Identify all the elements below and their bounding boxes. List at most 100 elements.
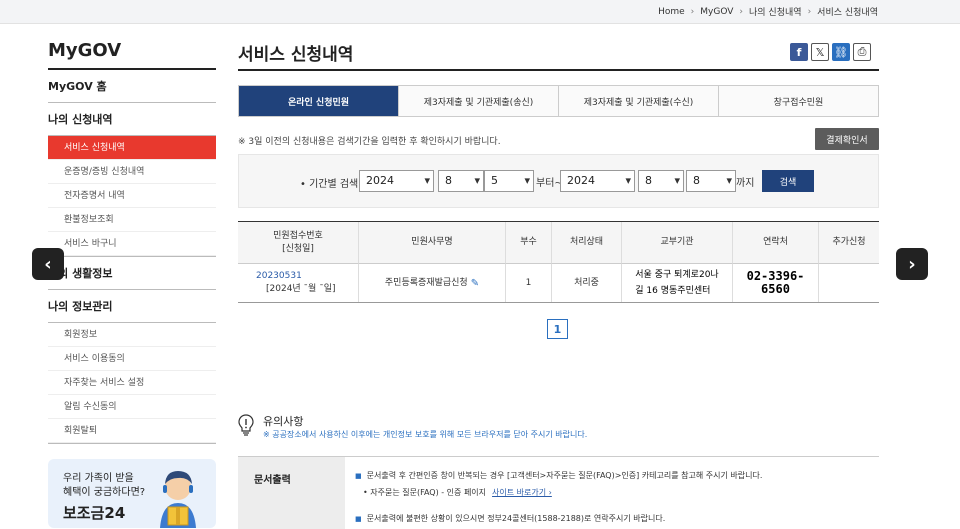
sidebar-item-service-applications[interactable]: 서비스 신청내역 (48, 136, 216, 160)
period-search-label: • 기간별 검색 (300, 179, 359, 190)
cell-status: 처리중 (552, 264, 622, 302)
facebook-icon[interactable]: f (790, 43, 808, 61)
sidebar-section-my-info[interactable]: 나의 정보관리 (48, 290, 216, 323)
sidebar-item-refund-info[interactable]: 환불정보조회 (48, 208, 216, 232)
tab-third-party-received[interactable]: 제3자제출 및 기관제출(수신) (559, 86, 719, 116)
x-icon[interactable]: 𝕏 (811, 43, 829, 61)
payment-certificate-button[interactable]: 결제확인서 (815, 128, 879, 150)
breadcrumb: Home › MyGOV › 나의 신청내역 › 서비스 신청내역 (658, 5, 878, 19)
chevron-right-icon: › (908, 253, 916, 275)
sidebar-item-certificate-applications[interactable]: 운증명/증빙 신청내역 (48, 160, 216, 184)
agency-address: 서울 중구 퇴계로20나 길 16 명동주민센터 (635, 267, 718, 299)
sidebar-item-notification-consent[interactable]: 알림 수신동의 (48, 395, 216, 419)
tab-counter-applications[interactable]: 창구접수민원 (719, 86, 878, 116)
agency-line-1: 서울 중구 퇴계로20나 (635, 270, 719, 280)
sidebar-item-e-certificates[interactable]: 전자증명서 내역 (48, 184, 216, 208)
share-toolbar: f 𝕏 ⛓ ⎙ (790, 43, 871, 61)
lightbulb-icon (238, 414, 254, 436)
from-day-select[interactable]: 5 (484, 170, 534, 192)
promo-line-1: 우리 가족이 받을 (63, 473, 134, 484)
from-suffix-label: 부터~ (536, 178, 563, 189)
to-month-select[interactable]: 8 (638, 170, 684, 192)
promo-text: 우리 가족이 받을 혜택이 궁금하다면? (63, 472, 145, 500)
chevron-left-icon: ‹ (44, 253, 52, 275)
doc-faq-label: • 자주묻는 질문(FAQ) - 인증 페이지 (363, 488, 487, 497)
applications-table: 민원접수번호 [신청일] 민원사무명 부수 처리상태 교부기관 연락처 추가신청… (238, 221, 879, 303)
tab-third-party-sent[interactable]: 제3자제출 및 기관제출(송신) (399, 86, 559, 116)
breadcrumb-mygov[interactable]: MyGOV (700, 7, 733, 17)
cell-agency: 서울 중구 퇴계로20나 길 16 명동주민센터 (622, 264, 733, 302)
subsidy-promo-banner[interactable]: 우리 가족이 받을 혜택이 궁금하다면? 보조금24 (48, 459, 216, 528)
cell-receipt: 20230531 [2024년 ¯월 ¯일] (238, 264, 359, 302)
promo-title: 보조금24 (63, 504, 126, 522)
breadcrumb-current: 서비스 신청내역 (817, 8, 878, 18)
sidebar-section-life-info[interactable]: 나의 생활정보 (48, 257, 216, 290)
period-search-box: • 기간별 검색 2024 8 5 부터~ 2024 8 8 까지 검색 (238, 154, 879, 208)
site-shortcut-link[interactable]: 사이트 바로가기 › (492, 488, 552, 497)
to-suffix-label: 까지 (736, 178, 755, 189)
sidebar-item-withdraw[interactable]: 회원탈퇴 (48, 419, 216, 443)
cell-phone: 02-3396-6560 (733, 264, 819, 302)
tab-online-applications[interactable]: 온라인 신청민원 (239, 86, 399, 116)
search-button[interactable]: 검색 (762, 170, 814, 192)
doc-info-line-3: 문서출력에 불편한 상황이 있으시면 정부24콜센터(1588-2188)로 연… (355, 513, 666, 524)
character-illustration-icon (160, 471, 196, 528)
tab-bar: 온라인 신청민원 제3자제출 및 기관제출(송신) 제3자제출 및 기관제출(수… (238, 85, 879, 117)
sidebar-item-service-basket[interactable]: 서비스 바구니 (48, 232, 216, 256)
sidebar-item-favorite-services[interactable]: 자주찾는 서비스 설정 (48, 371, 216, 395)
chevron-right-icon: › (690, 6, 695, 17)
page-title: 서비스 신청내역 (238, 45, 354, 65)
sidebar-title: MyGOV (48, 24, 216, 70)
receipt-date: [2024년 ¯월 ¯일] (266, 284, 336, 294)
sidebar-item-service-consent[interactable]: 서비스 이용동의 (48, 347, 216, 371)
header-contact: 연락처 (733, 222, 819, 264)
header-receipt-no-label: 민원접수번호 [신청일] (273, 230, 323, 254)
from-year-select[interactable]: 2024 (359, 170, 434, 192)
sidebar-section-applications[interactable]: 나의 신청내역 (48, 103, 216, 136)
to-day-select[interactable]: 8 (686, 170, 736, 192)
sidebar-item-member-info[interactable]: 회원정보 (48, 323, 216, 347)
cell-extra (819, 264, 879, 302)
doc-info-line-2: • 자주묻는 질문(FAQ) - 인증 페이지 사이트 바로가기 › (363, 487, 552, 498)
service-name-link[interactable]: 주민등록증재발급신청 (385, 277, 468, 290)
sidebar: MyGOV MyGOV 홈 나의 신청내역 서비스 신청내역 운증명/증빙 신청… (48, 24, 216, 444)
link-icon[interactable]: ⛓ (832, 43, 850, 61)
receipt-no-link[interactable]: 20230531 (256, 270, 302, 283)
header-copies: 부수 (506, 222, 552, 264)
from-month-select[interactable]: 8 (438, 170, 484, 192)
cell-service-name: 주민등록증재발급신청 ✎ (359, 264, 506, 302)
print-icon[interactable]: ⎙ (853, 43, 871, 61)
top-utility-bar: Home › MyGOV › 나의 신청내역 › 서비스 신청내역 (0, 0, 960, 24)
header-receipt-no: 민원접수번호 [신청일] (238, 222, 359, 264)
agency-phone: 02-3396-6560 (746, 269, 805, 296)
cell-copies: 1 (506, 264, 552, 302)
chevron-right-icon: › (739, 6, 744, 17)
promo-line-2: 혜택이 궁금하다면? (63, 487, 146, 498)
header-status: 처리상태 (552, 222, 622, 264)
document-output-info: 문서출력 문서출력 후 간편인증 창이 반복되는 경우 [고객센터>자주묻는 질… (238, 456, 879, 529)
edit-icon[interactable]: ✎ (471, 277, 479, 290)
header-service-name: 민원사무명 (359, 222, 506, 264)
table-row: 20230531 [2024년 ¯월 ¯일] 주민등록증재발급신청 ✎ 1 처리… (238, 264, 879, 302)
title-divider (238, 69, 879, 71)
caution-text: ※ 공공장소에서 사용하신 이후에는 개인정보 보호를 위해 모든 브라우저를 … (263, 430, 588, 439)
sidebar-sublist-my-info: 회원정보 서비스 이용동의 자주찾는 서비스 설정 알림 수신동의 회원탈퇴 (48, 323, 216, 444)
document-output-header: 문서출력 (238, 457, 345, 529)
chevron-right-icon: › (807, 6, 812, 17)
doc-info-line-1: 문서출력 후 간편인증 창이 반복되는 경우 [고객센터>자주묻는 질문(FAQ… (355, 470, 763, 481)
agency-line-2: 길 16 명동주민센터 (635, 286, 711, 296)
sidebar-item-mygov-home[interactable]: MyGOV 홈 (48, 70, 216, 103)
search-notice: ※ 3일 이전의 신청내용은 검색기간을 입력한 후 확인하시기 바랍니다. (238, 137, 501, 147)
breadcrumb-home[interactable]: Home (658, 7, 685, 17)
caution-title: 유의사항 (263, 415, 304, 428)
table-header-row: 민원접수번호 [신청일] 민원사무명 부수 처리상태 교부기관 연락처 추가신청 (238, 222, 879, 264)
sidebar-sublist-applications: 서비스 신청내역 운증명/증빙 신청내역 전자증명서 내역 환불정보조회 서비스… (48, 136, 216, 257)
header-agency: 교부기관 (622, 222, 733, 264)
carousel-prev-button[interactable]: ‹ (32, 248, 64, 280)
pagination-page-current[interactable]: 1 (547, 319, 568, 339)
document-output-body: 문서출력 후 간편인증 창이 반복되는 경우 [고객센터>자주묻는 질문(FAQ… (345, 457, 879, 529)
header-additional: 추가신청 (819, 222, 879, 264)
carousel-next-button[interactable]: › (896, 248, 928, 280)
breadcrumb-applications[interactable]: 나의 신청내역 (749, 5, 802, 18)
to-year-select[interactable]: 2024 (560, 170, 635, 192)
